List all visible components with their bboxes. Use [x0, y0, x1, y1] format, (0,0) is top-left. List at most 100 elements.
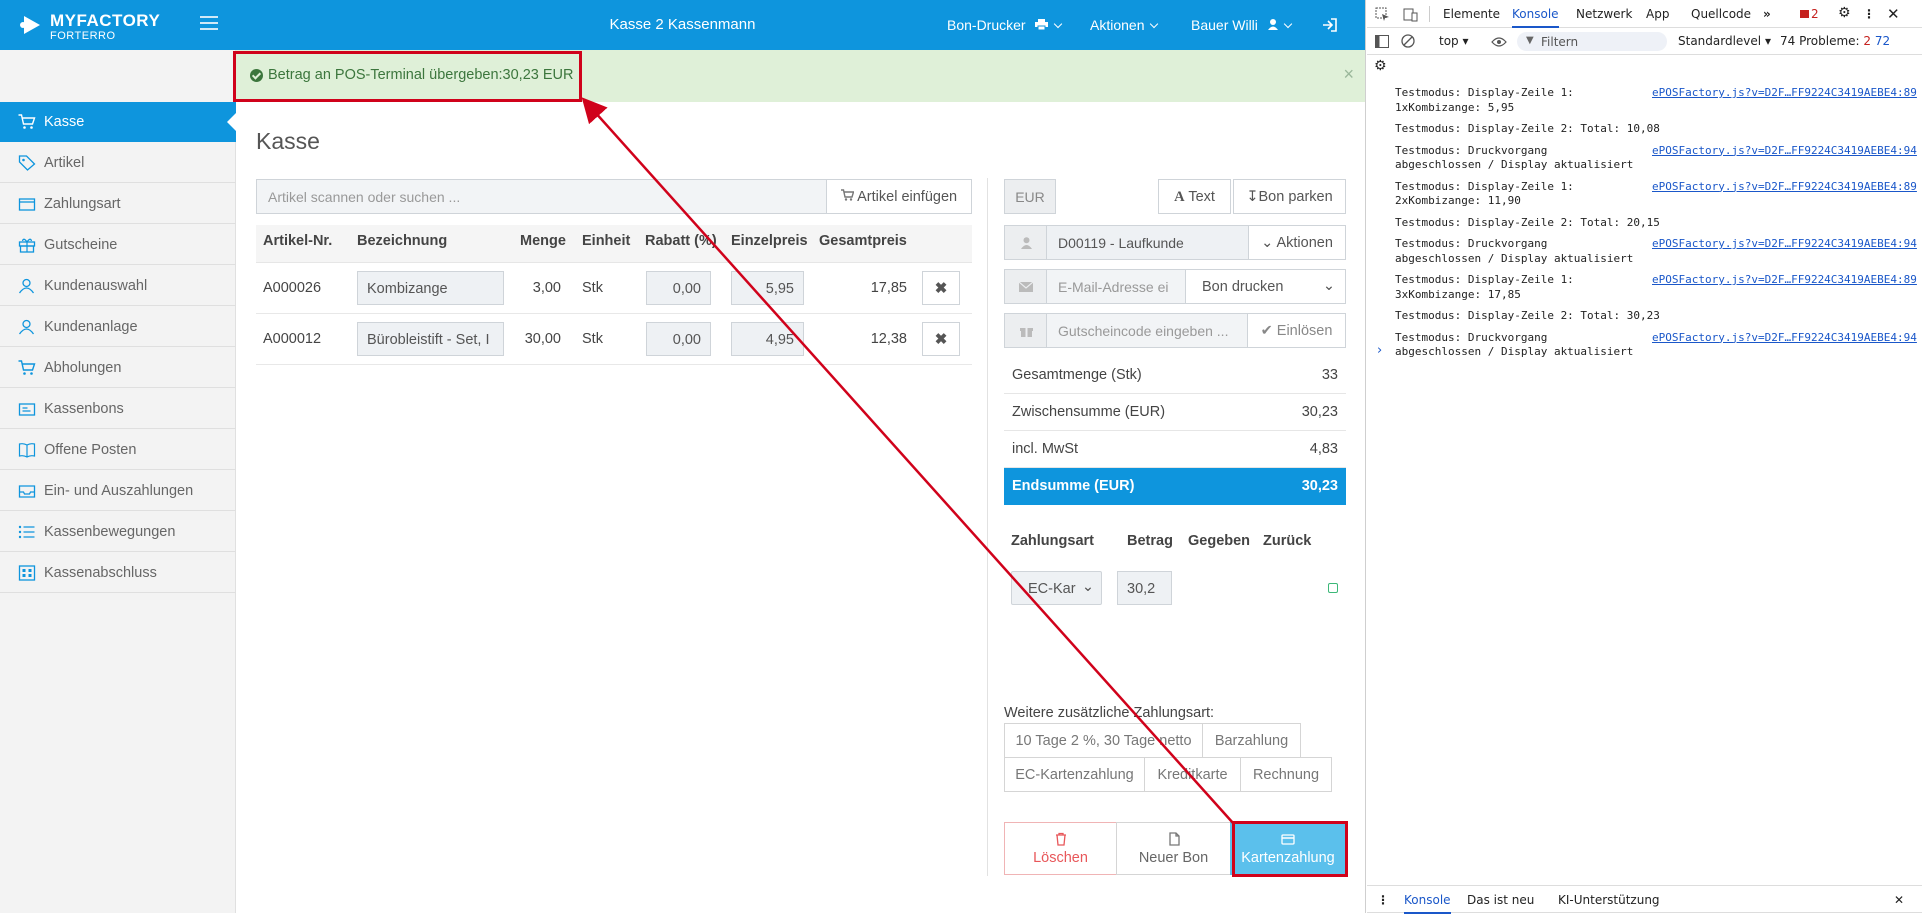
cart-icon	[18, 114, 36, 129]
sidebar-item-kassenabschluss[interactable]: Kassenabschluss	[0, 553, 236, 593]
col-einzelpreis: Einzelpreis	[731, 233, 808, 249]
redeem-button[interactable]: ✔ Einlösen	[1247, 313, 1346, 348]
kebab-menu-icon[interactable]: ⋮	[1863, 7, 1875, 21]
sidebar-item-artikel[interactable]: Artikel	[0, 143, 236, 183]
chevron-down-icon	[1283, 19, 1293, 29]
list-icon	[18, 525, 35, 539]
context-select[interactable]: top ▾	[1439, 34, 1469, 48]
alert-close-button[interactable]: ×	[1343, 64, 1354, 85]
park-bon-label: Bon parken	[1258, 189, 1333, 205]
drawer-tab-konsole[interactable]: Konsole	[1404, 893, 1451, 914]
console-source-link[interactable]: ePOSFactory.js?v=D2F…FF9224C3419AEBE4:89	[1652, 86, 1917, 99]
article-name-input[interactable]: Kombizange	[357, 271, 504, 305]
logout-icon[interactable]	[1322, 17, 1338, 33]
customer-field[interactable]: D00119 - Laufkunde	[1046, 225, 1249, 260]
delete-button[interactable]: Löschen	[1004, 822, 1117, 875]
calculator-icon	[18, 565, 36, 581]
sidebar-item-label: Gutscheine	[44, 237, 118, 253]
remove-row-button[interactable]: ✖	[922, 322, 960, 356]
clear-console-icon[interactable]	[1401, 34, 1415, 48]
close-icon: ✖	[934, 280, 948, 297]
settings-gear-icon[interactable]: ⚙	[1838, 5, 1851, 21]
sidebar-item-label: Kassenbewegungen	[44, 524, 176, 540]
inspect-icon[interactable]	[1375, 7, 1390, 22]
close-devtools-icon[interactable]: ✕	[1887, 5, 1900, 23]
pay-amount-input[interactable]: 30,2	[1117, 571, 1172, 605]
unit-price-input[interactable]: 5,95	[731, 271, 804, 305]
remove-row-button[interactable]: ✖	[922, 271, 960, 305]
pay-col-gegeben: Gegeben	[1188, 533, 1251, 549]
console-prompt-chevron-icon[interactable]: ›	[1377, 343, 1382, 358]
console-source-link[interactable]: ePOSFactory.js?v=D2F…FF9224C3419AEBE4:94	[1652, 144, 1917, 157]
article-number: A000026	[263, 280, 322, 296]
text-button-label: Text	[1188, 189, 1215, 205]
problems-count[interactable]: 74 Probleme: 2 72	[1780, 34, 1890, 48]
console-source-link[interactable]: ePOSFactory.js?v=D2F…FF9224C3419AEBE4:94	[1652, 331, 1917, 344]
pay-method-select[interactable]: EC-Kar ⌄	[1011, 571, 1102, 605]
bon-drucker-menu[interactable]: Bon-Drucker	[947, 17, 1063, 33]
pay-checkbox[interactable]	[1328, 583, 1338, 593]
aktionen-menu[interactable]: Aktionen	[1090, 17, 1159, 33]
sidebar-item-offene-posten[interactable]: Offene Posten	[0, 430, 236, 470]
print-select[interactable]: Bon drucken ⌄	[1185, 269, 1346, 304]
annotation-alert-highlight	[233, 51, 582, 102]
console-settings-gear-icon[interactable]: ⚙	[1374, 58, 1387, 74]
article-name-input[interactable]: Bürobleistift - Set, I	[357, 322, 504, 356]
pay-col-zurueck: Zurück	[1263, 533, 1312, 549]
delete-label: Löschen	[1033, 850, 1088, 866]
user-menu[interactable]: Bauer Willi	[1191, 17, 1293, 33]
sidebar-item-kasse[interactable]: Kasse	[0, 102, 237, 142]
myfactory-logo[interactable]: MYFACTORY FORTERRO	[20, 10, 170, 42]
tab-konsole[interactable]: Konsole	[1512, 7, 1559, 28]
sidebar-item-kundenanlage[interactable]: Kundenanlage	[0, 307, 236, 347]
pay-col-betrag: Betrag	[1127, 533, 1173, 549]
unit-price-input[interactable]: 4,95	[731, 322, 804, 356]
sidebar-item-kassenbewegungen[interactable]: Kassenbewegungen	[0, 512, 236, 552]
discount-input[interactable]: 0,00	[646, 271, 711, 305]
errors-badge[interactable]: 2	[1800, 7, 1819, 21]
method-ec-button[interactable]: EC-Kartenzahlung	[1004, 757, 1145, 792]
article-search-input[interactable]: Artikel scannen oder suchen ...	[256, 179, 827, 214]
col-rabatt: Rabatt (%)	[645, 233, 717, 249]
console-source-link[interactable]: ePOSFactory.js?v=D2F…FF9224C3419AEBE4:94	[1652, 237, 1917, 250]
sidebar-item-kundenauswahl[interactable]: Kundenauswahl	[0, 266, 236, 306]
chevron-down-icon: ⌄	[1081, 579, 1094, 595]
email-input[interactable]: E-Mail-Adresse ei	[1046, 269, 1186, 304]
console-source-link[interactable]: ePOSFactory.js?v=D2F…FF9224C3419AEBE4:89	[1652, 180, 1917, 193]
log-level-select[interactable]: Standardlevel ▾	[1678, 34, 1771, 48]
park-bon-button[interactable]: ↧Bon parken	[1233, 179, 1346, 214]
sidebar-item-kassenbons[interactable]: Kassenbons	[0, 389, 236, 429]
drawer-tab-ki[interactable]: KI-Unterstützung	[1558, 893, 1660, 907]
discount-input[interactable]: 0,00	[646, 322, 711, 356]
sidebar-item-gutscheine[interactable]: Gutscheine	[0, 225, 236, 265]
method-skonto-button[interactable]: 10 Tage 2 %, 30 Tage netto	[1004, 723, 1203, 758]
console-source-link[interactable]: ePOSFactory.js?v=D2F…FF9224C3419AEBE4:89	[1652, 273, 1917, 286]
add-article-button[interactable]: Artikel einfügen	[826, 179, 972, 214]
hamburger-menu-icon[interactable]	[200, 16, 218, 30]
customer-actions-button[interactable]: ⌄ Aktionen	[1248, 225, 1346, 260]
device-icon[interactable]	[1403, 7, 1418, 22]
voucher-input[interactable]: Gutscheincode eingeben ...	[1046, 313, 1248, 348]
console-log-entry: Testmodus: Display-Zeile 2: Total: 30,23	[1395, 309, 1660, 322]
filter-input[interactable]: ▼ Filtern	[1517, 32, 1667, 51]
col-einheit: Einheit	[582, 233, 631, 249]
drawer-menu-icon[interactable]: ⋮	[1377, 893, 1389, 907]
article-total: 17,85	[870, 280, 907, 296]
sidebar-toggle-icon[interactable]	[1375, 35, 1389, 48]
drawer-tab-neu[interactable]: Das ist neu	[1467, 893, 1534, 907]
text-button[interactable]: A Text	[1158, 179, 1231, 214]
tab-elemente[interactable]: Elemente	[1443, 7, 1500, 21]
new-bon-button[interactable]: Neuer Bon	[1116, 822, 1231, 875]
sidebar-item-abholungen[interactable]: Abholungen	[0, 348, 236, 388]
method-kreditkarte-button[interactable]: Kreditkarte	[1144, 757, 1241, 792]
method-rechnung-button[interactable]: Rechnung	[1240, 757, 1332, 792]
close-drawer-icon[interactable]: ✕	[1894, 893, 1904, 907]
method-barzahlung-button[interactable]: Barzahlung	[1202, 723, 1301, 758]
sidebar-item-zahlungsart[interactable]: Zahlungsart	[0, 184, 236, 224]
tab-netzwerk[interactable]: Netzwerk	[1576, 7, 1632, 21]
more-tabs-icon[interactable]: »	[1763, 7, 1771, 21]
tab-quellcode[interactable]: Quellcode	[1691, 7, 1751, 21]
tab-app[interactable]: App	[1646, 7, 1669, 21]
sidebar-item-ein-und-auszahlungen[interactable]: Ein- und Auszahlungen	[0, 471, 236, 511]
eye-icon[interactable]	[1491, 37, 1507, 47]
